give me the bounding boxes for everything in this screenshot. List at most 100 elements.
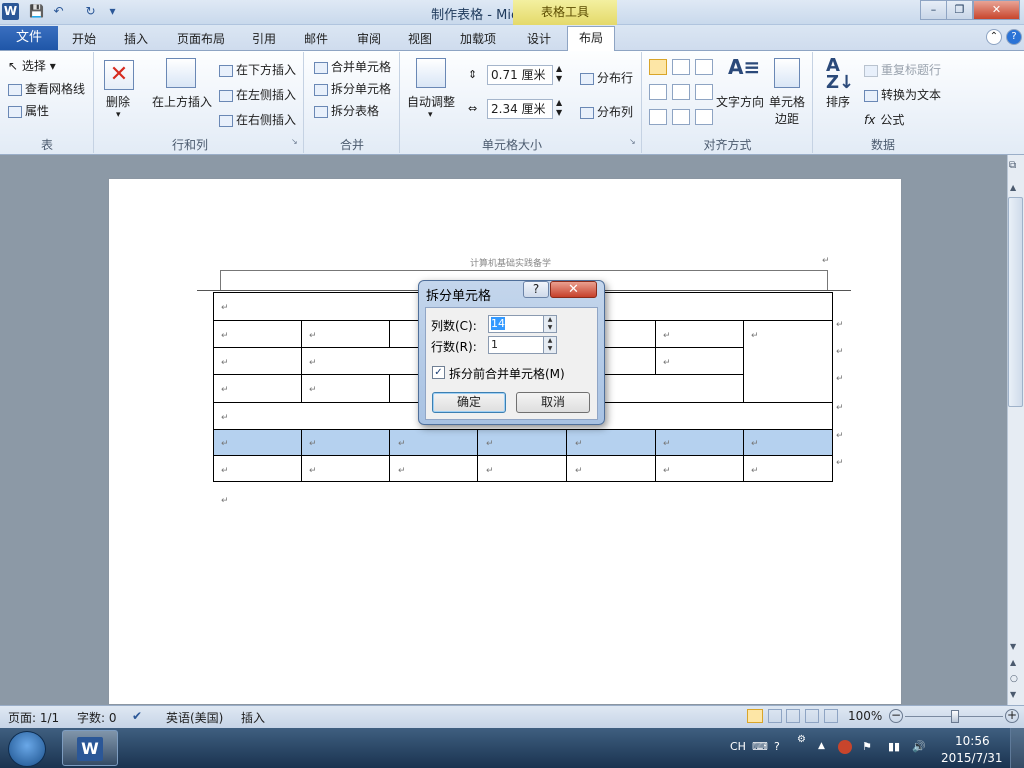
repeat-header-button[interactable]: 重复标题行 — [864, 61, 941, 78]
app-tray-icon[interactable] — [838, 740, 852, 754]
dialog-help-button[interactable]: ? — [523, 281, 549, 298]
align-middle-right-icon[interactable] — [695, 84, 713, 100]
undo-icon[interactable]: ↶ — [50, 3, 67, 20]
start-button[interactable] — [8, 731, 46, 767]
tab-file[interactable]: 文件 — [0, 26, 58, 50]
align-top-left-icon[interactable] — [649, 59, 667, 75]
zoom-slider-thumb[interactable] — [951, 710, 959, 723]
ribbon-collapse-icon[interactable]: ⌃ — [986, 29, 1002, 45]
merge-cells-button[interactable]: 合并单元格 — [314, 58, 391, 75]
dialog-close-button[interactable]: ✕ — [550, 281, 597, 298]
close-button[interactable]: ✕ — [973, 0, 1020, 20]
help-icon[interactable]: ? — [1006, 29, 1022, 45]
formula-button[interactable]: fx 公式 — [864, 111, 904, 128]
keyboard-icon[interactable]: ⌨ — [752, 740, 768, 753]
minimize-button[interactable]: – — [920, 0, 947, 20]
next-page-icon[interactable]: ▼ — [1010, 690, 1016, 699]
row-height-input[interactable]: 0.71 厘米 — [487, 65, 553, 85]
proofing-icon[interactable]: ✔ — [132, 709, 142, 723]
tab-mailings[interactable]: 邮件 — [304, 30, 328, 47]
tab-design[interactable]: 设计 — [527, 30, 551, 47]
tab-home[interactable]: 开始 — [72, 30, 96, 47]
insert-right-button[interactable]: 在右侧插入 — [219, 111, 296, 128]
clock-time[interactable]: 10:56 — [955, 734, 990, 748]
merge-before-split-checkbox[interactable]: ✓ — [432, 366, 445, 379]
rows-spinner[interactable]: ▲ ▼ — [543, 336, 557, 354]
scroll-up-icon[interactable]: ▲ — [1010, 183, 1016, 192]
customize-qat-icon[interactable]: ▾ — [104, 3, 121, 20]
tab-view[interactable]: 视图 — [408, 30, 432, 47]
zoom-level[interactable]: 100% — [848, 709, 882, 723]
browse-object-icon[interactable]: ○ — [1010, 674, 1018, 684]
scrollbar-thumb[interactable] — [1008, 197, 1023, 407]
zoom-out-icon[interactable]: − — [889, 709, 903, 723]
ruler-toggle-icon[interactable]: ⧉ — [1009, 160, 1016, 171]
cancel-button[interactable]: 取消 — [516, 392, 590, 413]
tab-addins[interactable]: 加载项 — [460, 30, 496, 47]
align-middle-left-icon[interactable] — [649, 84, 667, 100]
align-bottom-center-icon[interactable] — [672, 109, 690, 125]
col-width-input[interactable]: 2.34 厘米 — [487, 99, 553, 119]
cell-margins-button[interactable]: 单元格 边距 — [769, 93, 805, 127]
prev-page-icon[interactable]: ▲ — [1010, 658, 1016, 667]
action-center-icon[interactable]: ⚑ — [862, 740, 872, 753]
volume-icon[interactable]: 🔊 — [912, 740, 926, 753]
rows-columns-launcher-icon[interactable]: ↘ — [291, 137, 298, 146]
tab-page-layout[interactable]: 页面布局 — [177, 30, 225, 47]
restore-button[interactable]: ❐ — [946, 0, 973, 20]
columns-input[interactable]: 14 — [488, 315, 544, 333]
print-layout-view-icon[interactable] — [747, 709, 763, 723]
save-icon[interactable]: 💾 — [28, 3, 45, 20]
cell-size-launcher-icon[interactable]: ↘ — [629, 137, 636, 146]
align-top-right-icon[interactable] — [695, 59, 713, 75]
delete-dropdown-icon[interactable]: ▾ — [116, 110, 121, 120]
split-cells-button[interactable]: 拆分单元格 — [314, 80, 391, 97]
properties-button[interactable]: 属性 — [8, 102, 49, 119]
align-top-center-icon[interactable] — [672, 59, 690, 75]
ok-button[interactable]: 确定 — [432, 392, 506, 413]
col-width-spinner[interactable]: ▲ ▼ — [556, 98, 562, 118]
autofit-dropdown-icon[interactable]: ▾ — [428, 110, 433, 120]
web-layout-view-icon[interactable] — [786, 709, 800, 723]
align-bottom-left-icon[interactable] — [649, 109, 667, 125]
convert-to-text-button[interactable]: 转换为文本 — [864, 86, 941, 103]
tab-references[interactable]: 引用 — [252, 30, 276, 47]
taskbar-word-button[interactable]: W — [62, 730, 118, 766]
row-height-spinner[interactable]: ▲ ▼ — [556, 64, 562, 84]
delete-button[interactable]: 删除 — [106, 93, 130, 110]
select-button[interactable]: ↖ 选择 ▾ — [8, 57, 56, 74]
full-screen-view-icon[interactable] — [768, 709, 782, 723]
align-middle-center-icon[interactable] — [672, 84, 690, 100]
page-count[interactable]: 页面: 1/1 — [8, 709, 59, 726]
view-gridlines-button[interactable]: 查看网格线 — [8, 80, 85, 97]
draft-view-icon[interactable] — [824, 709, 838, 723]
tab-layout[interactable]: 布局 — [567, 26, 615, 51]
insert-left-button[interactable]: 在左侧插入 — [219, 86, 296, 103]
clock-date[interactable]: 2015/7/31 — [941, 751, 1003, 765]
zoom-in-icon[interactable]: + — [1005, 709, 1019, 723]
ime-options-icon[interactable]: ⚙ — [797, 734, 806, 745]
align-bottom-right-icon[interactable] — [695, 109, 713, 125]
tab-insert[interactable]: 插入 — [124, 30, 148, 47]
autofit-button[interactable]: 自动调整 — [407, 93, 455, 110]
tray-help-icon[interactable]: ? — [774, 740, 780, 753]
distribute-cols-button[interactable]: 分布列 — [580, 103, 633, 120]
word-app-icon[interactable]: W — [2, 3, 19, 20]
show-desktop-button[interactable] — [1010, 728, 1024, 768]
show-hidden-icons[interactable]: ▲ — [818, 741, 825, 751]
text-direction-button[interactable]: 文字方向 — [716, 93, 764, 110]
rows-input[interactable]: 1 — [488, 336, 544, 354]
sort-button[interactable]: 排序 — [826, 93, 850, 110]
header-text[interactable]: 计算机基础实践备学 — [470, 256, 551, 269]
insert-mode-indicator[interactable]: 插入 — [241, 709, 265, 726]
word-count[interactable]: 字数: 0 — [77, 709, 117, 726]
columns-spinner[interactable]: ▲ ▼ — [543, 315, 557, 333]
outline-view-icon[interactable] — [805, 709, 819, 723]
scroll-down-icon[interactable]: ▼ — [1010, 642, 1016, 651]
distribute-rows-button[interactable]: 分布行 — [580, 69, 633, 86]
language-indicator[interactable]: 英语(美国) — [166, 709, 223, 726]
redo-icon[interactable]: ↻ — [82, 3, 99, 20]
network-icon[interactable]: ▮▮ — [888, 740, 900, 753]
tab-review[interactable]: 审阅 — [357, 30, 381, 47]
insert-above-button[interactable]: 在上方插入 — [152, 93, 212, 110]
